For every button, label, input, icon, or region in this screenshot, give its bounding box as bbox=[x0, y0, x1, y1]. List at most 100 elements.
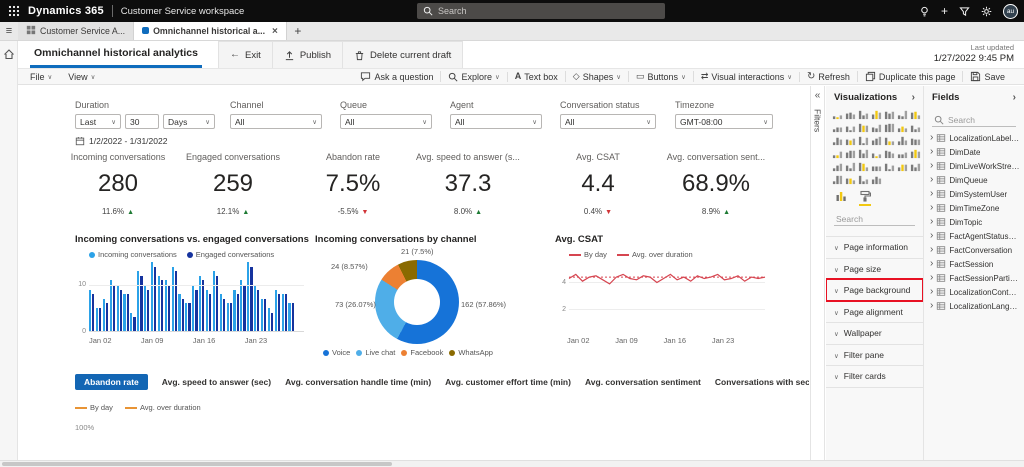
visual-treemap[interactable] bbox=[871, 135, 882, 146]
visual-area-chart[interactable] bbox=[832, 122, 843, 133]
field-factsessionparticipant[interactable]: › FactSessionParticipant bbox=[924, 271, 1024, 285]
horizontal-scrollbar-thumb[interactable] bbox=[2, 462, 392, 466]
kpi-incoming-conversations[interactable]: Incoming conversations 280 11.6% ▲ bbox=[58, 152, 178, 216]
settings-icon[interactable] bbox=[981, 6, 992, 17]
bar-engaged[interactable] bbox=[147, 289, 150, 331]
agent-select[interactable]: All ∨ bbox=[450, 114, 542, 129]
visual-kpi[interactable] bbox=[884, 148, 895, 159]
visual-slicer[interactable] bbox=[897, 148, 908, 159]
bar-engaged[interactable] bbox=[140, 275, 143, 331]
bar-incoming[interactable] bbox=[205, 289, 209, 331]
field-dimdate[interactable]: › DimDate bbox=[924, 145, 1024, 159]
app-tab-omnichannel-analytics[interactable]: Omnichannel historical a... × bbox=[134, 22, 287, 40]
tool-ask-a-question[interactable]: Ask a question bbox=[353, 71, 440, 82]
bar-engaged[interactable] bbox=[126, 294, 129, 331]
visualizations-search[interactable] bbox=[834, 213, 915, 226]
waffle-icon[interactable] bbox=[8, 5, 20, 17]
field-dimqueue[interactable]: › DimQueue bbox=[924, 173, 1024, 187]
bar-incoming[interactable] bbox=[226, 303, 229, 331]
visual-decomposition-tree[interactable] bbox=[884, 161, 895, 172]
app-name[interactable]: Customer Service workspace bbox=[121, 6, 245, 17]
tool-explore[interactable]: Explore ∨ bbox=[440, 71, 506, 82]
bar-incoming[interactable] bbox=[144, 285, 147, 331]
visual-matrix[interactable] bbox=[832, 161, 843, 172]
bar-incoming[interactable] bbox=[95, 308, 99, 331]
bar-incoming[interactable] bbox=[267, 308, 270, 331]
bar-incoming[interactable] bbox=[288, 303, 291, 331]
bar-incoming[interactable] bbox=[130, 312, 133, 331]
visual-map[interactable] bbox=[884, 135, 895, 146]
field-dimtopic[interactable]: › DimTopic bbox=[924, 215, 1024, 229]
bar-incoming[interactable] bbox=[164, 280, 167, 331]
visual-smart-narrative[interactable] bbox=[910, 161, 921, 172]
bar-engaged[interactable] bbox=[105, 303, 109, 331]
visual-clustered-bar-chart[interactable] bbox=[858, 109, 869, 120]
bar-incoming[interactable] bbox=[150, 262, 154, 331]
tool-visual-interactions[interactable]: ⇄ Visual interactions ∨ bbox=[692, 71, 799, 82]
visual-100-stacked-bar-chart[interactable] bbox=[884, 109, 895, 120]
bar-engaged[interactable] bbox=[160, 280, 164, 331]
tool-buttons[interactable]: ▭ Buttons ∨ bbox=[628, 71, 693, 82]
global-search-input[interactable] bbox=[438, 6, 659, 16]
bar-incoming[interactable] bbox=[185, 303, 188, 331]
bar-engaged[interactable] bbox=[215, 275, 219, 331]
visual-r-script-visual[interactable] bbox=[845, 161, 856, 172]
bar-engaged[interactable] bbox=[181, 298, 184, 331]
bar-engaged[interactable] bbox=[264, 298, 267, 331]
visual-shape-map[interactable] bbox=[910, 135, 921, 146]
visual-scatter-chart[interactable] bbox=[832, 135, 843, 146]
bar-engaged[interactable] bbox=[92, 294, 95, 331]
visualizations-search-input[interactable] bbox=[836, 214, 913, 224]
field-dimtimezone[interactable]: › DimTimeZone bbox=[924, 201, 1024, 215]
delete-draft-button[interactable]: Delete current draft bbox=[343, 41, 464, 68]
tool-text-box[interactable]: A Text box bbox=[506, 71, 565, 82]
filters-pane-collapsed[interactable]: « Filters bbox=[810, 86, 825, 460]
metric-tab-conversations-with-secondary-channel[interactable]: Conversations with secondary channel bbox=[715, 377, 809, 387]
bar-incoming[interactable] bbox=[240, 280, 243, 331]
bar-incoming[interactable] bbox=[260, 298, 264, 331]
bar-incoming[interactable] bbox=[192, 285, 195, 331]
exit-button[interactable]: ← Exit bbox=[217, 41, 273, 68]
bar-engaged[interactable] bbox=[119, 289, 122, 331]
bar-incoming[interactable] bbox=[212, 271, 215, 331]
bar-incoming[interactable] bbox=[157, 275, 160, 331]
visual-card[interactable] bbox=[858, 148, 869, 159]
visual-pie-chart[interactable] bbox=[845, 135, 856, 146]
metric-tab-avg-conversation-sentiment[interactable]: Avg. conversation sentiment bbox=[585, 377, 701, 387]
format-section-wallpaper[interactable]: ∨ Wallpaper bbox=[826, 322, 923, 344]
visual-stacked-column-chart[interactable] bbox=[845, 109, 856, 120]
visual-power-apps[interactable] bbox=[858, 174, 869, 185]
app-tab-customer-service[interactable]: Customer Service A... bbox=[18, 22, 135, 40]
visual-qa-visual[interactable] bbox=[897, 161, 908, 172]
field-localizationlanguagel[interactable]: › LocalizationLanguageL... bbox=[924, 299, 1024, 313]
field-dimsystemuser[interactable]: › DimSystemUser bbox=[924, 187, 1024, 201]
duration-unit-select[interactable]: Days ∨ bbox=[163, 114, 215, 129]
bar-incoming[interactable] bbox=[123, 294, 126, 331]
bar-engaged[interactable] bbox=[277, 294, 280, 331]
field-dimliveworkstream[interactable]: › DimLiveWorkStream bbox=[924, 159, 1024, 173]
kpi-avg-speed-to-answer-s[interactable]: Avg. speed to answer (s... 37.3 8.0% ▲ bbox=[408, 152, 528, 216]
visual-key-influencers[interactable] bbox=[871, 161, 882, 172]
timezone-select[interactable]: GMT-08:00 ∨ bbox=[675, 114, 773, 129]
visual-arcgis-map[interactable] bbox=[845, 174, 856, 185]
file-menu[interactable]: File ∨ bbox=[30, 71, 52, 82]
visual-filled-map[interactable] bbox=[897, 135, 908, 146]
avatar[interactable]: au bbox=[1003, 3, 1018, 19]
visual-100-stacked-column-chart[interactable] bbox=[897, 109, 908, 120]
bar-engaged[interactable] bbox=[188, 303, 191, 331]
chart-incoming-vs-engaged[interactable]: Incoming conversations vs. engaged conve… bbox=[75, 234, 309, 366]
kpi-abandon-rate[interactable]: Abandon rate 7.5% -5.5% ▼ bbox=[293, 152, 413, 216]
format-section-page-alignment[interactable]: ∨ Page alignment bbox=[826, 300, 923, 323]
bar-engaged[interactable] bbox=[195, 289, 198, 331]
visual-line-and-clustered-column-chart[interactable] bbox=[871, 122, 882, 133]
bar-engaged[interactable] bbox=[112, 285, 115, 331]
tool-duplicate-this-page[interactable]: Duplicate this page bbox=[856, 71, 963, 82]
kpi-avg-conversation-sent[interactable]: Avg. conversation sent... 68.9% 8.9% ▲ bbox=[656, 152, 776, 216]
bar-engaged[interactable] bbox=[257, 289, 260, 331]
format-section-filter-cards[interactable]: ∨ Filter cards bbox=[826, 365, 923, 388]
bar-incoming[interactable] bbox=[233, 289, 236, 331]
filter-icon[interactable] bbox=[959, 6, 970, 17]
visual-stacked-bar-chart[interactable] bbox=[832, 109, 843, 120]
bar-incoming[interactable] bbox=[274, 289, 277, 331]
global-search[interactable] bbox=[417, 3, 665, 19]
